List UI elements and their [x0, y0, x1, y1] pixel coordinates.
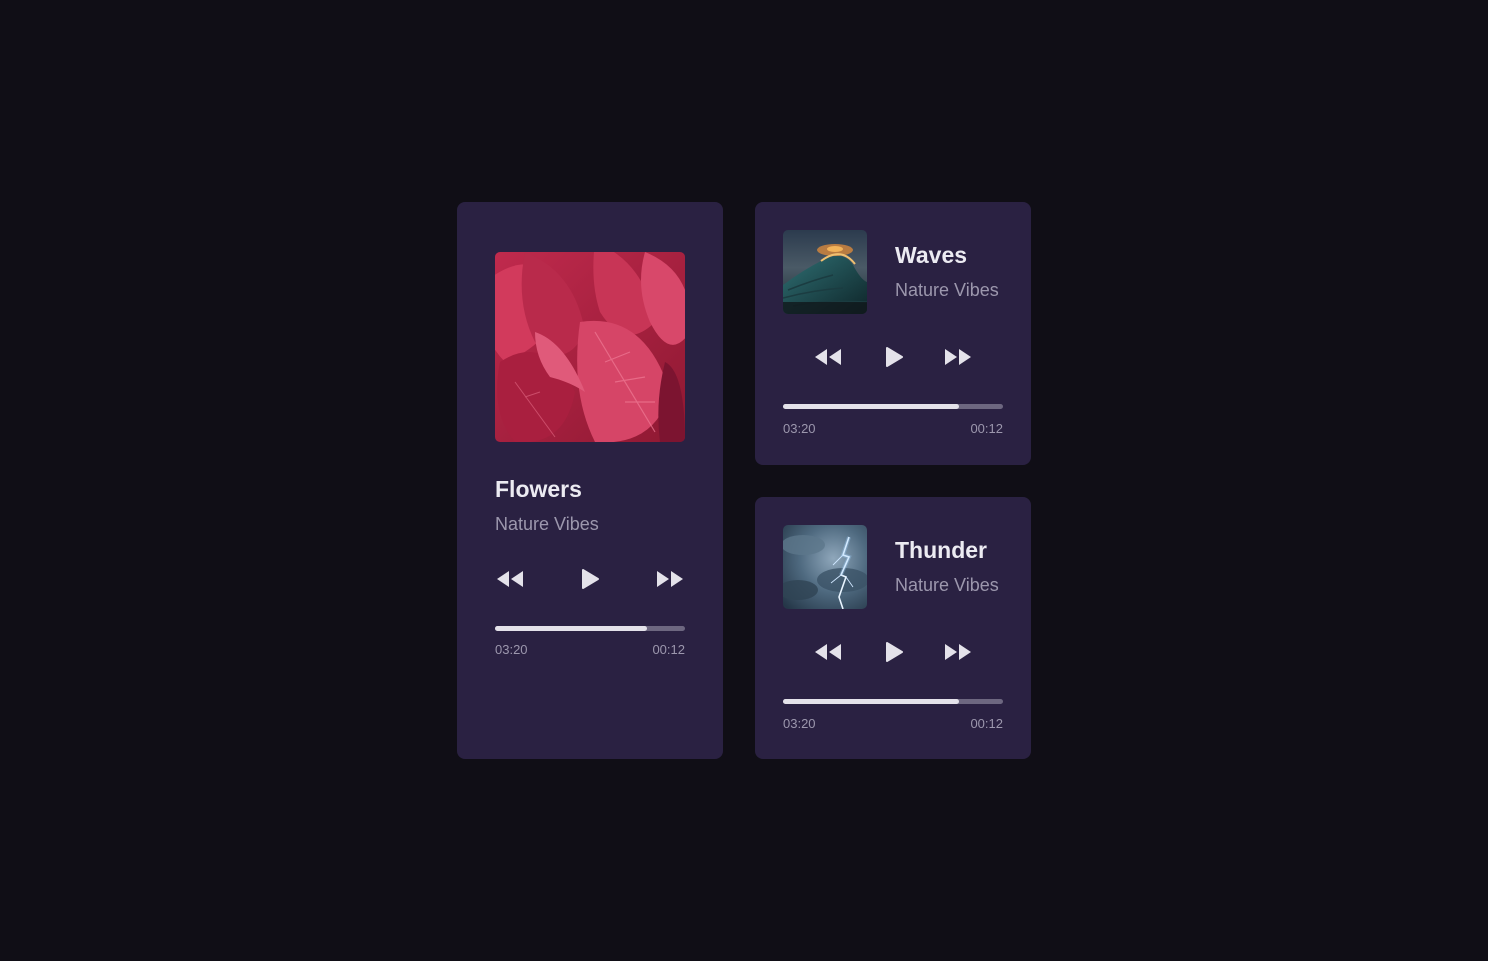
- progress-bar[interactable]: [783, 404, 1003, 409]
- remaining-time: 00:12: [970, 716, 1003, 731]
- play-icon: [580, 568, 600, 590]
- elapsed-time: 03:20: [495, 642, 528, 657]
- rewind-button[interactable]: [493, 565, 527, 593]
- rewind-icon: [813, 347, 843, 367]
- track-title: Flowers: [495, 476, 582, 502]
- progress-fill: [495, 626, 647, 631]
- album-cover-thunder: [783, 525, 867, 609]
- play-button[interactable]: [877, 343, 911, 371]
- fast-forward-icon: [655, 569, 685, 589]
- progress-bar[interactable]: [495, 626, 685, 631]
- play-icon: [884, 346, 904, 368]
- fast-forward-icon: [943, 347, 973, 367]
- play-button[interactable]: [877, 638, 911, 666]
- remaining-time: 00:12: [652, 642, 685, 657]
- album-cover-waves: [783, 230, 867, 314]
- fast-forward-button[interactable]: [941, 638, 975, 666]
- rewind-button[interactable]: [811, 343, 845, 371]
- album-cover-flowers: [495, 252, 685, 442]
- track-title: Waves: [895, 242, 968, 268]
- remaining-time: 00:12: [970, 421, 1003, 436]
- fast-forward-icon: [943, 642, 973, 662]
- track-title: Thunder: [895, 537, 987, 563]
- rewind-button[interactable]: [811, 638, 845, 666]
- elapsed-time: 03:20: [783, 716, 816, 731]
- progress-fill: [783, 404, 959, 409]
- track-artist: Nature Vibes: [895, 575, 999, 595]
- play-button[interactable]: [573, 565, 607, 593]
- track-artist: Nature Vibes: [895, 280, 999, 300]
- progress-bar[interactable]: [783, 699, 1003, 704]
- fast-forward-button[interactable]: [941, 343, 975, 371]
- player-card-thunder: Thunder Nature Vibes 03:20 00:12: [755, 497, 1031, 759]
- rewind-icon: [813, 642, 843, 662]
- fast-forward-button[interactable]: [653, 565, 687, 593]
- elapsed-time: 03:20: [783, 421, 816, 436]
- track-artist: Nature Vibes: [495, 514, 599, 534]
- rewind-icon: [495, 569, 525, 589]
- progress-fill: [783, 699, 959, 704]
- player-card-flowers: Flowers Nature Vibes 03:20 00:12: [457, 202, 723, 759]
- play-icon: [884, 641, 904, 663]
- player-card-waves: Waves Nature Vibes 03:20 00:12: [755, 202, 1031, 465]
